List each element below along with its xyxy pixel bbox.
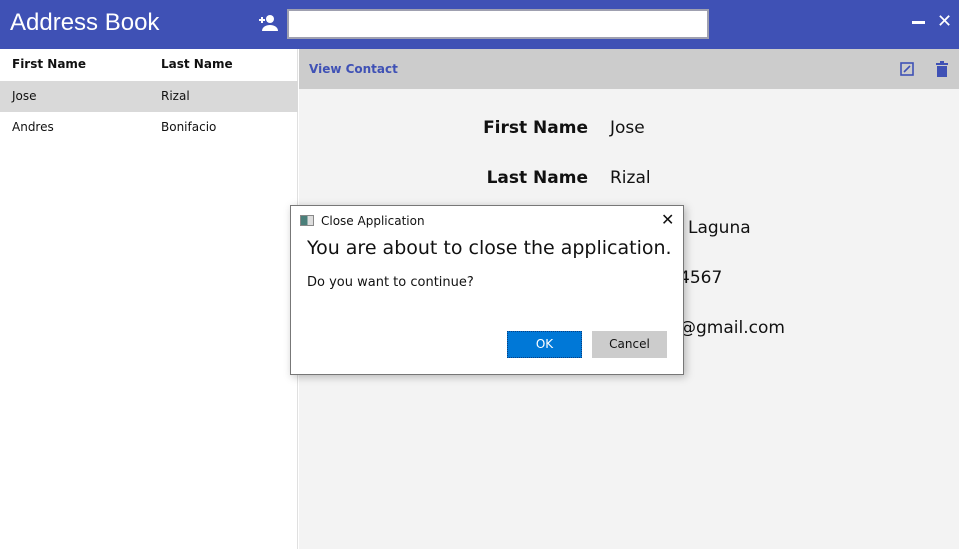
last-name-cell: Bonifacio	[161, 120, 217, 134]
ok-button[interactable]: OK	[507, 331, 582, 358]
dialog-title: Close Application	[321, 214, 425, 228]
minimize-icon[interactable]	[912, 21, 925, 24]
field-label: Last Name	[486, 168, 588, 188]
title-bar: Address Book ✕	[0, 0, 959, 49]
last-name-cell: Rizal	[161, 89, 190, 103]
field-first-name: First Name Jose	[299, 118, 959, 148]
header-last-name[interactable]: Last Name	[161, 57, 233, 71]
close-icon[interactable]: ✕	[937, 13, 952, 31]
list-header: First Name Last Name	[0, 49, 298, 80]
list-item[interactable]: Jose Rizal	[0, 81, 298, 112]
field-value: Laguna	[688, 218, 751, 238]
close-application-dialog: Close Application ✕ You are about to clo…	[290, 205, 684, 375]
cancel-button[interactable]: Cancel	[592, 331, 667, 358]
header-first-name[interactable]: First Name	[12, 57, 86, 71]
window-icon	[300, 215, 314, 226]
dialog-question: Do you want to continue?	[307, 275, 474, 290]
list-item[interactable]: Andres Bonifacio	[0, 112, 298, 143]
app-title: Address Book	[10, 9, 160, 36]
field-value: Rizal	[610, 168, 651, 188]
field-value: @gmail.com	[679, 318, 785, 338]
field-value: 4567	[679, 268, 723, 288]
close-icon[interactable]: ✕	[661, 210, 674, 229]
field-label: First Name	[483, 118, 588, 138]
field-last-name: Last Name Rizal	[299, 168, 959, 198]
first-name-cell: Andres	[12, 120, 54, 134]
view-contact-label: View Contact	[309, 62, 398, 76]
search-input[interactable]	[287, 9, 709, 39]
dialog-message: You are about to close the application.	[307, 237, 672, 259]
edit-icon[interactable]	[900, 62, 914, 76]
contact-list: First Name Last Name Jose Rizal Andres B…	[0, 49, 298, 549]
field-value: Jose	[610, 118, 645, 138]
first-name-cell: Jose	[12, 89, 37, 103]
trash-icon[interactable]	[935, 61, 949, 77]
add-user-icon[interactable]	[258, 14, 278, 32]
detail-toolbar: View Contact	[299, 49, 959, 89]
